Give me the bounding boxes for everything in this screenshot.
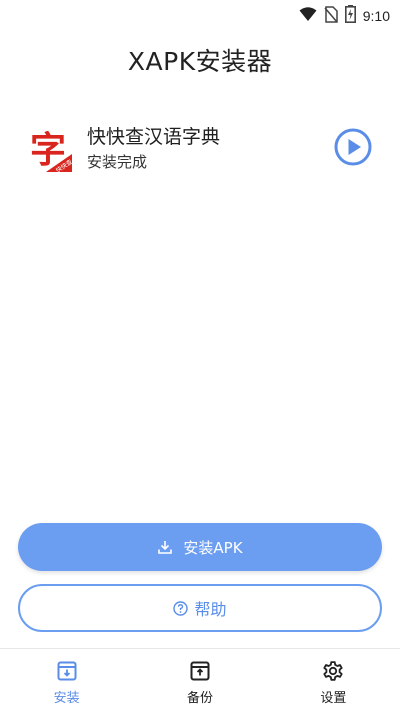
install-apk-button[interactable]: 安装APK (18, 523, 382, 571)
launch-app-button[interactable] (333, 127, 373, 167)
status-icons: 9:10 (299, 5, 390, 27)
tab-settings[interactable]: 设置 (267, 649, 400, 711)
bottom-nav: 安装 备份 设置 (0, 648, 400, 711)
play-icon (334, 128, 372, 166)
tab-backup[interactable]: 备份 (133, 649, 266, 711)
settings-tab-icon (321, 659, 345, 683)
status-bar: 9:10 (0, 0, 400, 28)
tab-install-label: 安装 (53, 691, 80, 706)
wifi-icon (299, 6, 317, 26)
tab-backup-label: 备份 (186, 691, 213, 706)
dictionary-app-icon: 字 快快查 (26, 126, 74, 174)
install-tab-icon (55, 659, 79, 683)
help-label: 帮助 (194, 600, 227, 619)
backup-tab-icon (188, 659, 212, 683)
help-button[interactable]: 帮助 (18, 584, 382, 632)
download-icon (157, 539, 173, 555)
app-name: 快快查汉语字典 (87, 126, 221, 148)
install-apk-label: 安装APK (183, 538, 243, 557)
page-title: XAPK安装器 (127, 47, 273, 76)
tab-install[interactable]: 安装 (0, 649, 133, 711)
battery-charging-icon (344, 5, 356, 27)
status-time: 9:10 (362, 8, 390, 24)
app-install-status: 安装完成 (87, 153, 148, 171)
app-list-item[interactable]: 字 快快查 快快查汉语字典 安装完成 (0, 114, 400, 180)
help-icon (173, 600, 189, 616)
no-sim-icon (324, 5, 338, 27)
tab-settings-label: 设置 (320, 691, 347, 706)
